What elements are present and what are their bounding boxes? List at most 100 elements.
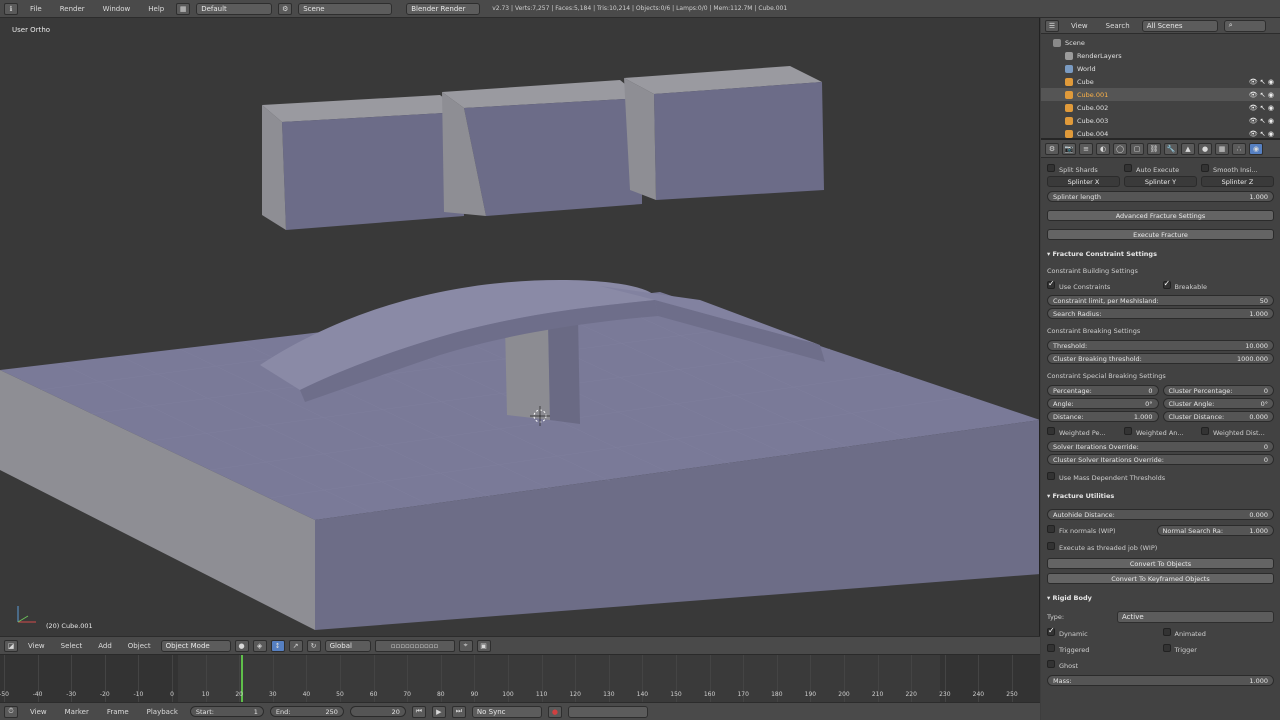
cluster-percentage-field[interactable]: Cluster Percentage: 0: [1162, 385, 1274, 396]
menu-file[interactable]: File: [24, 5, 48, 13]
outliner-item[interactable]: Cube 👁 ↖ ◉: [1041, 75, 1280, 88]
snap-icon[interactable]: ⌖: [458, 639, 473, 652]
editor-type-icon[interactable]: ◪: [4, 639, 18, 652]
constraints-tab-icon[interactable]: ⛓: [1147, 142, 1161, 155]
play-icon[interactable]: ▶: [431, 705, 446, 718]
solver-override-field[interactable]: Solver Iterations Override: 0: [1047, 441, 1274, 452]
keying-set-select[interactable]: [567, 705, 648, 718]
menu-add[interactable]: Add: [92, 642, 118, 650]
visibility-icon[interactable]: 👁 ↖ ◉: [1249, 104, 1274, 112]
render-engine-select[interactable]: Blender Render: [406, 2, 481, 15]
current-frame-field[interactable]: 20: [349, 706, 406, 717]
split-shards-check[interactable]: Split Shards: [1047, 163, 1120, 174]
visibility-icon[interactable]: 👁 ↖ ◉: [1249, 117, 1274, 125]
rigid-body-section-header[interactable]: ▾ Rigid Body: [1047, 594, 1092, 602]
layout-icon[interactable]: ▦: [176, 2, 191, 15]
manipulator-icon[interactable]: ↕: [270, 639, 285, 652]
menu-playback[interactable]: Playback: [141, 708, 184, 716]
threshold-field[interactable]: Threshold: 10.000: [1047, 340, 1274, 351]
execute-fracture-button[interactable]: Execute Fracture: [1047, 229, 1274, 240]
menu-render[interactable]: Render: [54, 5, 91, 13]
material-tab-icon[interactable]: ●: [1198, 142, 1212, 155]
jump-end-icon[interactable]: ⏭: [451, 705, 466, 718]
menu-help[interactable]: Help: [142, 5, 170, 13]
splinter-z-button[interactable]: Splinter Z: [1201, 176, 1274, 187]
cluster-breaking-field[interactable]: Cluster Breaking threshold: 1000.000: [1047, 353, 1274, 364]
menu-object[interactable]: Object: [122, 642, 157, 650]
layers-tab-icon[interactable]: ≡: [1079, 142, 1093, 155]
menu-marker[interactable]: Marker: [59, 708, 95, 716]
render-tab-icon[interactable]: 📷: [1062, 142, 1076, 155]
smooth-inner-check[interactable]: Smooth Insi...: [1201, 163, 1274, 174]
orientation-select[interactable]: Global: [324, 639, 371, 652]
menu-view[interactable]: View: [24, 708, 53, 716]
data-tab-icon[interactable]: ▲: [1181, 142, 1195, 155]
utilities-section-header[interactable]: ▾ Fracture Utilities: [1047, 492, 1114, 500]
splinter-y-button[interactable]: Splinter Y: [1124, 176, 1197, 187]
mass-dependent-check[interactable]: Use Mass Dependent Thresholds: [1047, 471, 1165, 482]
menu-view[interactable]: View: [22, 642, 51, 650]
editor-type-icon[interactable]: ℹ: [4, 2, 18, 15]
dynamic-check[interactable]: Dynamic: [1047, 626, 1159, 638]
splinter-length-field[interactable]: Splinter length 1.000: [1047, 191, 1274, 202]
object-tab-icon[interactable]: ▢: [1130, 142, 1144, 155]
weighted-dist-check[interactable]: Weighted Dist...: [1201, 426, 1274, 437]
shading-icon[interactable]: ●: [234, 639, 249, 652]
menu-view[interactable]: View: [1065, 22, 1094, 30]
weighted-pe-check[interactable]: Weighted Pe...: [1047, 426, 1120, 437]
scene-select[interactable]: Scene: [298, 2, 393, 15]
splinter-x-button[interactable]: Splinter X: [1047, 176, 1120, 187]
visibility-icon[interactable]: 👁 ↖ ◉: [1249, 91, 1274, 99]
animated-check[interactable]: Animated: [1162, 627, 1275, 638]
cluster-distance-field[interactable]: Cluster Distance: 0.000: [1162, 411, 1274, 422]
menu-select[interactable]: Select: [55, 642, 89, 650]
constraint-section-header[interactable]: ▾ Fracture Constraint Settings: [1047, 250, 1157, 258]
jump-start-icon[interactable]: ⏮: [411, 705, 426, 718]
threaded-check[interactable]: Execute as threaded job (WIP): [1047, 541, 1157, 552]
visibility-icon[interactable]: 👁 ↖ ◉: [1249, 130, 1274, 138]
modifiers-tab-icon[interactable]: 🔧: [1164, 142, 1178, 155]
search-input[interactable]: ⌕: [1223, 19, 1266, 32]
angle-field[interactable]: Angle: 0°: [1047, 398, 1159, 409]
menu-frame[interactable]: Frame: [101, 708, 135, 716]
cluster-solver-field[interactable]: Cluster Solver Iterations Override: 0: [1047, 454, 1274, 465]
convert-objects-button[interactable]: Convert To Objects: [1047, 558, 1274, 569]
breakable-check[interactable]: Breakable: [1162, 279, 1275, 291]
menu-window[interactable]: Window: [97, 5, 137, 13]
layout-select[interactable]: Default: [196, 2, 273, 15]
percentage-field[interactable]: Percentage: 0: [1047, 385, 1159, 396]
editor-type-icon[interactable]: ☰: [1045, 19, 1059, 32]
display-filter-select[interactable]: All Scenes: [1141, 19, 1218, 32]
timeline-area[interactable]: -50 -40 -30 -20 -10 0 10 20 30 40 50 60 70 80 90 100 110…: [0, 654, 1040, 702]
mass-field[interactable]: Mass: 1.000: [1047, 675, 1274, 686]
normal-search-field[interactable]: Normal Search Ra: 1.000: [1156, 525, 1274, 536]
scene-tab-icon[interactable]: ◐: [1096, 142, 1110, 155]
menu-search[interactable]: Search: [1100, 22, 1136, 30]
ghost-check[interactable]: Ghost: [1047, 659, 1078, 670]
world-tab-icon[interactable]: ◯: [1113, 142, 1127, 155]
outliner-item[interactable]: Cube.001 👁 ↖ ◉: [1041, 88, 1280, 101]
search-radius-field[interactable]: Search Radius: 1.000: [1047, 308, 1274, 319]
fix-normals-check[interactable]: Fix normals (WIP): [1047, 525, 1153, 536]
editor-type-icon[interactable]: ⏱: [4, 705, 18, 718]
physics-tab-icon[interactable]: ◉: [1249, 142, 1263, 155]
rotate-icon[interactable]: ↻: [306, 639, 321, 652]
cluster-angle-field[interactable]: Cluster Angle: 0°: [1162, 398, 1274, 409]
sync-select[interactable]: No Sync: [471, 705, 542, 718]
end-frame-field[interactable]: End: 250: [269, 706, 344, 717]
texture-tab-icon[interactable]: ▦: [1215, 142, 1229, 155]
rigid-type-select[interactable]: Active: [1117, 610, 1274, 623]
layers-icon[interactable]: ▫▫▫▫▫▫▫▫▫▫: [374, 639, 455, 652]
trigger-check[interactable]: Trigger: [1162, 643, 1275, 654]
convert-keyframed-button[interactable]: Convert To Keyframed Objects: [1047, 573, 1274, 584]
start-frame-field[interactable]: Start: 1: [189, 706, 264, 717]
use-constraints-check[interactable]: Use Constraints: [1047, 279, 1159, 291]
outliner-item[interactable]: World: [1041, 62, 1280, 75]
auto-execute-check[interactable]: Auto Execute: [1124, 163, 1197, 174]
outliner-item[interactable]: Scene: [1041, 36, 1280, 49]
render-preview-icon[interactable]: ▣: [476, 639, 491, 652]
outliner-item[interactable]: RenderLayers: [1041, 49, 1280, 62]
autohide-field[interactable]: Autohide Distance: 0.000: [1047, 509, 1274, 520]
distance-field[interactable]: Distance: 1.000: [1047, 411, 1159, 422]
triggered-check[interactable]: Triggered: [1047, 643, 1159, 654]
